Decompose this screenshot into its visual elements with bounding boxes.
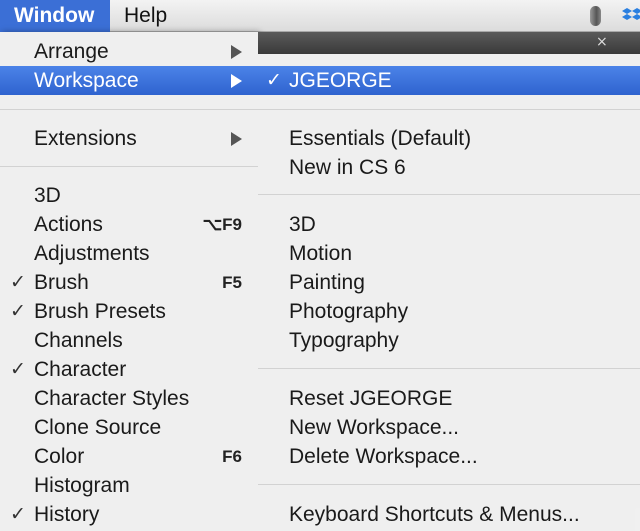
- submenu-item-photography[interactable]: Photography: [258, 297, 640, 326]
- menu-item-brush-presets[interactable]: ✓ Brush Presets: [0, 297, 258, 326]
- menu-item-label: Color: [34, 445, 85, 468]
- menu-item-label: History: [34, 503, 100, 526]
- submenu-item-typography[interactable]: Typography: [258, 326, 640, 355]
- status-pill-icon[interactable]: [590, 6, 601, 26]
- submenu-item-label: Delete Workspace...: [289, 445, 478, 468]
- submenu-item-new-workspace[interactable]: New Workspace...: [258, 413, 640, 442]
- menu-item-character[interactable]: ✓ Character: [0, 355, 258, 384]
- menu-window[interactable]: Window: [0, 0, 110, 32]
- menu-item-label: Channels: [34, 329, 123, 352]
- checkmark-icon: ✓: [10, 272, 26, 293]
- checkmark-icon: ✓: [10, 504, 26, 525]
- menu-item-label: Extensions: [34, 127, 137, 150]
- menu-item-label: Actions: [34, 213, 103, 236]
- menu-item-label: Character Styles: [34, 387, 190, 410]
- menu-separator: [258, 368, 640, 369]
- menu-separator: [0, 166, 258, 167]
- menu-item-histogram[interactable]: Histogram: [0, 471, 258, 500]
- menu-item-workspace[interactable]: Workspace: [0, 66, 258, 95]
- submenu-item-painting[interactable]: Painting: [258, 268, 640, 297]
- submenu-item-label: Reset JGEORGE: [289, 387, 453, 410]
- checkmark-icon: ✓: [10, 359, 26, 380]
- submenu-item-label: Photography: [289, 300, 409, 323]
- submenu-item-motion[interactable]: Motion: [258, 239, 640, 268]
- menu-item-extensions[interactable]: Extensions: [0, 124, 258, 153]
- menu-item-label: 3D: [34, 184, 61, 207]
- submenu-item-label: Motion: [289, 242, 353, 265]
- checkmark-icon: ✓: [266, 70, 282, 91]
- menu-item-3d[interactable]: 3D: [0, 181, 258, 210]
- submenu-item-label: New in CS 6: [289, 156, 406, 179]
- menu-item-history[interactable]: ✓ History: [0, 500, 258, 529]
- submenu-item-3d[interactable]: 3D: [258, 210, 640, 239]
- menu-separator: [258, 484, 640, 485]
- menu-separator: [0, 109, 258, 110]
- chevron-right-icon: [231, 132, 242, 146]
- submenu-item-label: New Workspace...: [289, 416, 459, 439]
- menu-item-label: Adjustments: [34, 242, 150, 265]
- shortcut-label: ⌥F9: [202, 215, 242, 234]
- chevron-right-icon: [231, 45, 242, 59]
- submenu-item-jgeorge[interactable]: ✓ JGEORGE: [258, 66, 640, 95]
- menu-item-adjustments[interactable]: Adjustments: [0, 239, 258, 268]
- submenu-item-label: Typography: [289, 329, 399, 352]
- submenu-item-delete-workspace[interactable]: Delete Workspace...: [258, 442, 640, 471]
- submenu-item-keyboard-shortcuts[interactable]: Keyboard Shortcuts & Menus...: [258, 500, 640, 529]
- screen: Window Help Arrange Workspace Extensions: [0, 0, 640, 531]
- submenu-item-reset-jgeorge[interactable]: Reset JGEORGE: [258, 384, 640, 413]
- chevron-right-icon: [231, 74, 242, 88]
- menu-separator: [258, 194, 640, 195]
- menu-item-label: Workspace: [34, 69, 139, 92]
- checkmark-icon: ✓: [10, 301, 26, 322]
- submenu-item-new-in-cs6[interactable]: New in CS 6: [258, 153, 640, 182]
- menu-item-brush[interactable]: ✓ Brush F5: [0, 268, 258, 297]
- menu-item-arrange[interactable]: Arrange: [0, 37, 258, 66]
- menu-item-label: Brush Presets: [34, 300, 166, 323]
- submenu-item-label: JGEORGE: [289, 69, 392, 92]
- menu-bar: Window Help: [0, 0, 640, 32]
- menu-item-label: Brush: [34, 271, 89, 294]
- menu-item-clone-source[interactable]: Clone Source: [0, 413, 258, 442]
- menu-item-label: Clone Source: [34, 416, 162, 439]
- workspace-submenu: ✓ JGEORGE Essentials (Default) New in CS…: [258, 32, 640, 531]
- dropbox-icon[interactable]: [622, 6, 640, 26]
- submenu-item-essentials[interactable]: Essentials (Default): [258, 124, 640, 153]
- menu-item-label: Character: [34, 358, 127, 381]
- shortcut-label: F6: [222, 447, 242, 466]
- menu-item-actions[interactable]: Actions ⌥F9: [0, 210, 258, 239]
- menu-item-character-styles[interactable]: Character Styles: [0, 384, 258, 413]
- submenu-item-label: Keyboard Shortcuts & Menus...: [289, 503, 580, 526]
- menu-item-channels[interactable]: Channels: [0, 326, 258, 355]
- menu-item-label: Arrange: [34, 40, 109, 63]
- menu-help[interactable]: Help: [110, 0, 181, 32]
- submenu-item-label: 3D: [289, 213, 316, 236]
- menu-item-color[interactable]: Color F6: [0, 442, 258, 471]
- shortcut-label: F5: [222, 273, 242, 292]
- menu-separator: [258, 109, 640, 110]
- menu-item-label: Histogram: [34, 474, 130, 497]
- submenu-item-label: Essentials (Default): [289, 127, 472, 150]
- window-menu: Arrange Workspace Extensions 3D Actions …: [0, 32, 258, 531]
- submenu-item-label: Painting: [289, 271, 365, 294]
